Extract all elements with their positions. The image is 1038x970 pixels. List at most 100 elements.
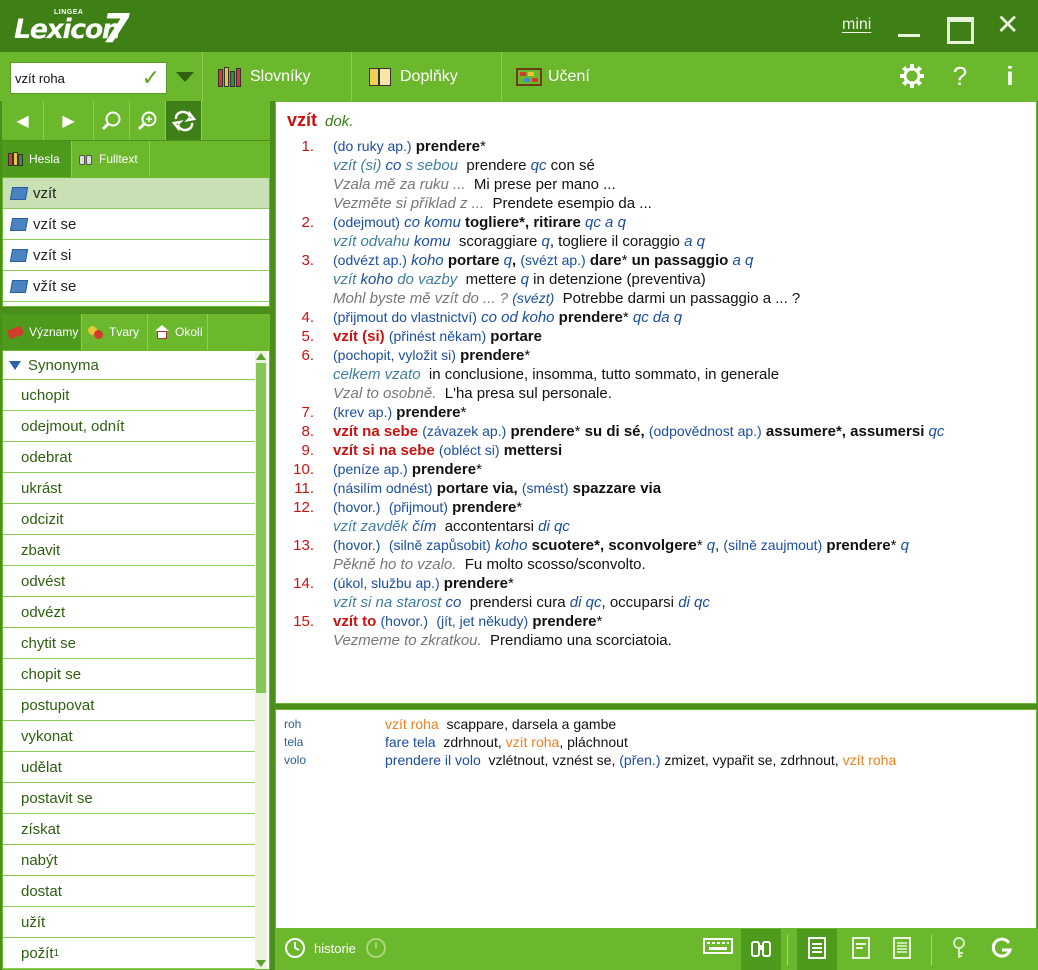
history-icon[interactable] bbox=[282, 936, 308, 962]
synonym-item[interactable]: užít bbox=[3, 907, 255, 938]
synonym-item[interactable]: chytit se bbox=[3, 628, 255, 659]
scroll-down-icon[interactable] bbox=[256, 960, 266, 967]
scrollbar-thumb[interactable] bbox=[256, 363, 266, 693]
tab-okoli[interactable]: Okolí bbox=[148, 314, 208, 350]
synonym-item[interactable]: chopit se bbox=[3, 659, 255, 690]
valency: di qc bbox=[678, 594, 710, 611]
synonym-item[interactable]: odvézt bbox=[3, 597, 255, 628]
synonym-item[interactable]: dostat bbox=[3, 876, 255, 907]
example-translation[interactable]: mettere bbox=[466, 271, 517, 288]
synonym-item[interactable]: nabýt bbox=[3, 845, 255, 876]
list-item[interactable]: vzít si bbox=[3, 240, 269, 271]
translation[interactable]: scuotere bbox=[532, 537, 595, 554]
list-item[interactable]: vžít se bbox=[3, 271, 269, 302]
translation[interactable]: prendere bbox=[532, 613, 596, 630]
translation[interactable]: mettersi bbox=[504, 442, 562, 459]
fulltext-search-button[interactable] bbox=[130, 101, 166, 140]
list-item[interactable]: vzít bbox=[3, 178, 269, 209]
example-translation[interactable]: scoraggiare bbox=[459, 233, 537, 250]
valency: qc a q bbox=[585, 214, 626, 231]
tab-doplnky[interactable]: Doplňky bbox=[368, 52, 458, 101]
synonym-item[interactable]: odvést bbox=[3, 566, 255, 597]
minimize-button[interactable] bbox=[897, 10, 921, 42]
translation[interactable]: assumere bbox=[766, 423, 836, 440]
keyboard-icon[interactable] bbox=[703, 936, 733, 962]
search-input[interactable] bbox=[15, 68, 137, 88]
key-icon[interactable] bbox=[946, 936, 972, 962]
tab-uceni[interactable]: Učení bbox=[516, 52, 590, 101]
search-history-dropdown-icon[interactable] bbox=[176, 72, 194, 82]
scroll-up-icon[interactable] bbox=[256, 353, 266, 360]
bottom-divider bbox=[931, 935, 932, 965]
translation[interactable]: prendere bbox=[412, 461, 476, 478]
example-source: vzít (si) bbox=[333, 157, 382, 174]
translation[interactable]: sconvolgere bbox=[608, 537, 696, 554]
close-button[interactable]: ✕ bbox=[996, 10, 1019, 42]
example-translation: Fu molto scosso/sconvolto. bbox=[464, 556, 646, 573]
synonym-item[interactable]: ukrást bbox=[3, 473, 255, 504]
translation[interactable]: dare bbox=[590, 252, 622, 269]
info-button[interactable]: i bbox=[995, 62, 1025, 90]
tab-hesla[interactable]: Hesla bbox=[2, 141, 72, 177]
sense-number: 12. bbox=[293, 499, 314, 516]
translation[interactable]: su di sé, bbox=[585, 423, 645, 440]
translation[interactable]: prendere bbox=[510, 423, 574, 440]
sense-line: (hovor.) (přijmout) prendere* bbox=[333, 498, 522, 517]
synonym-item[interactable]: odejmout, odnít bbox=[3, 411, 255, 442]
example-translation[interactable]: accontentarsi bbox=[445, 518, 534, 535]
synonym-item[interactable]: odcizit bbox=[3, 504, 255, 535]
maximize-button[interactable] bbox=[946, 10, 974, 44]
history-button[interactable]: historie bbox=[314, 941, 356, 956]
translation[interactable]: portare bbox=[448, 252, 500, 269]
search-confirm-icon[interactable]: ✓ bbox=[142, 66, 160, 90]
synonym-item[interactable]: postavit se bbox=[3, 783, 255, 814]
translation[interactable]: spazzare via bbox=[573, 480, 661, 497]
synonym-item[interactable]: uchopit bbox=[3, 380, 255, 411]
synonym-item[interactable]: udělat bbox=[3, 752, 255, 783]
document-list-icon[interactable] bbox=[889, 936, 915, 962]
document-full-icon bbox=[804, 936, 830, 962]
translation[interactable]: prendere bbox=[460, 347, 524, 364]
synonyms-scrollbar[interactable] bbox=[255, 351, 267, 969]
translation[interactable]: prendere bbox=[416, 138, 480, 155]
sense-label: (smést) bbox=[521, 480, 569, 496]
back-button[interactable]: ◀ bbox=[2, 101, 44, 140]
meanings-icon bbox=[6, 325, 25, 340]
translation[interactable]: un passaggio bbox=[632, 252, 729, 269]
history-forward-icon[interactable] bbox=[363, 936, 389, 962]
tab-tvary[interactable]: Tvary bbox=[82, 314, 148, 350]
swap-direction-button[interactable] bbox=[166, 101, 202, 140]
tab-vyznamy[interactable]: Významy bbox=[2, 314, 82, 350]
translation[interactable]: assumersi bbox=[850, 423, 924, 440]
document-compact-icon[interactable] bbox=[848, 936, 874, 962]
translation[interactable]: portare bbox=[490, 328, 542, 345]
synonym-item[interactable]: postupovat bbox=[3, 690, 255, 721]
translation[interactable]: prendere bbox=[396, 404, 460, 421]
example-translation[interactable]: prendere bbox=[466, 157, 526, 174]
help-button[interactable]: ? bbox=[945, 62, 975, 90]
translation[interactable]: prendere bbox=[559, 309, 623, 326]
list-item[interactable]: vzít se bbox=[3, 209, 269, 240]
translation[interactable]: togliere bbox=[465, 214, 519, 231]
valency: qc bbox=[928, 423, 945, 440]
search-button[interactable] bbox=[94, 101, 130, 140]
translation[interactable]: prendere bbox=[452, 499, 516, 516]
example-translation[interactable]: prendersi cura bbox=[470, 594, 566, 611]
translation[interactable]: ritirare bbox=[533, 214, 581, 231]
tab-fulltext[interactable]: Fulltext bbox=[72, 141, 150, 177]
synonym-item[interactable]: zbavit bbox=[3, 535, 255, 566]
tab-slovniky[interactable]: Slovníky bbox=[218, 52, 310, 101]
translation[interactable]: prendere bbox=[444, 575, 508, 592]
synonyms-header[interactable]: Synonyma bbox=[3, 351, 255, 380]
translation[interactable]: portare via, bbox=[437, 480, 518, 497]
translation[interactable]: prendere bbox=[826, 537, 890, 554]
google-icon[interactable] bbox=[989, 936, 1015, 962]
synonym-item[interactable]: získat bbox=[3, 814, 255, 845]
settings-gear-icon[interactable] bbox=[897, 62, 927, 95]
forward-button[interactable]: ▶ bbox=[44, 101, 94, 140]
book-icon bbox=[9, 248, 29, 262]
synonym-item[interactable]: požít 1 bbox=[3, 938, 255, 969]
mini-mode-button[interactable]: mini bbox=[842, 16, 871, 48]
synonym-item[interactable]: vykonat bbox=[3, 721, 255, 752]
synonym-item[interactable]: odebrat bbox=[3, 442, 255, 473]
